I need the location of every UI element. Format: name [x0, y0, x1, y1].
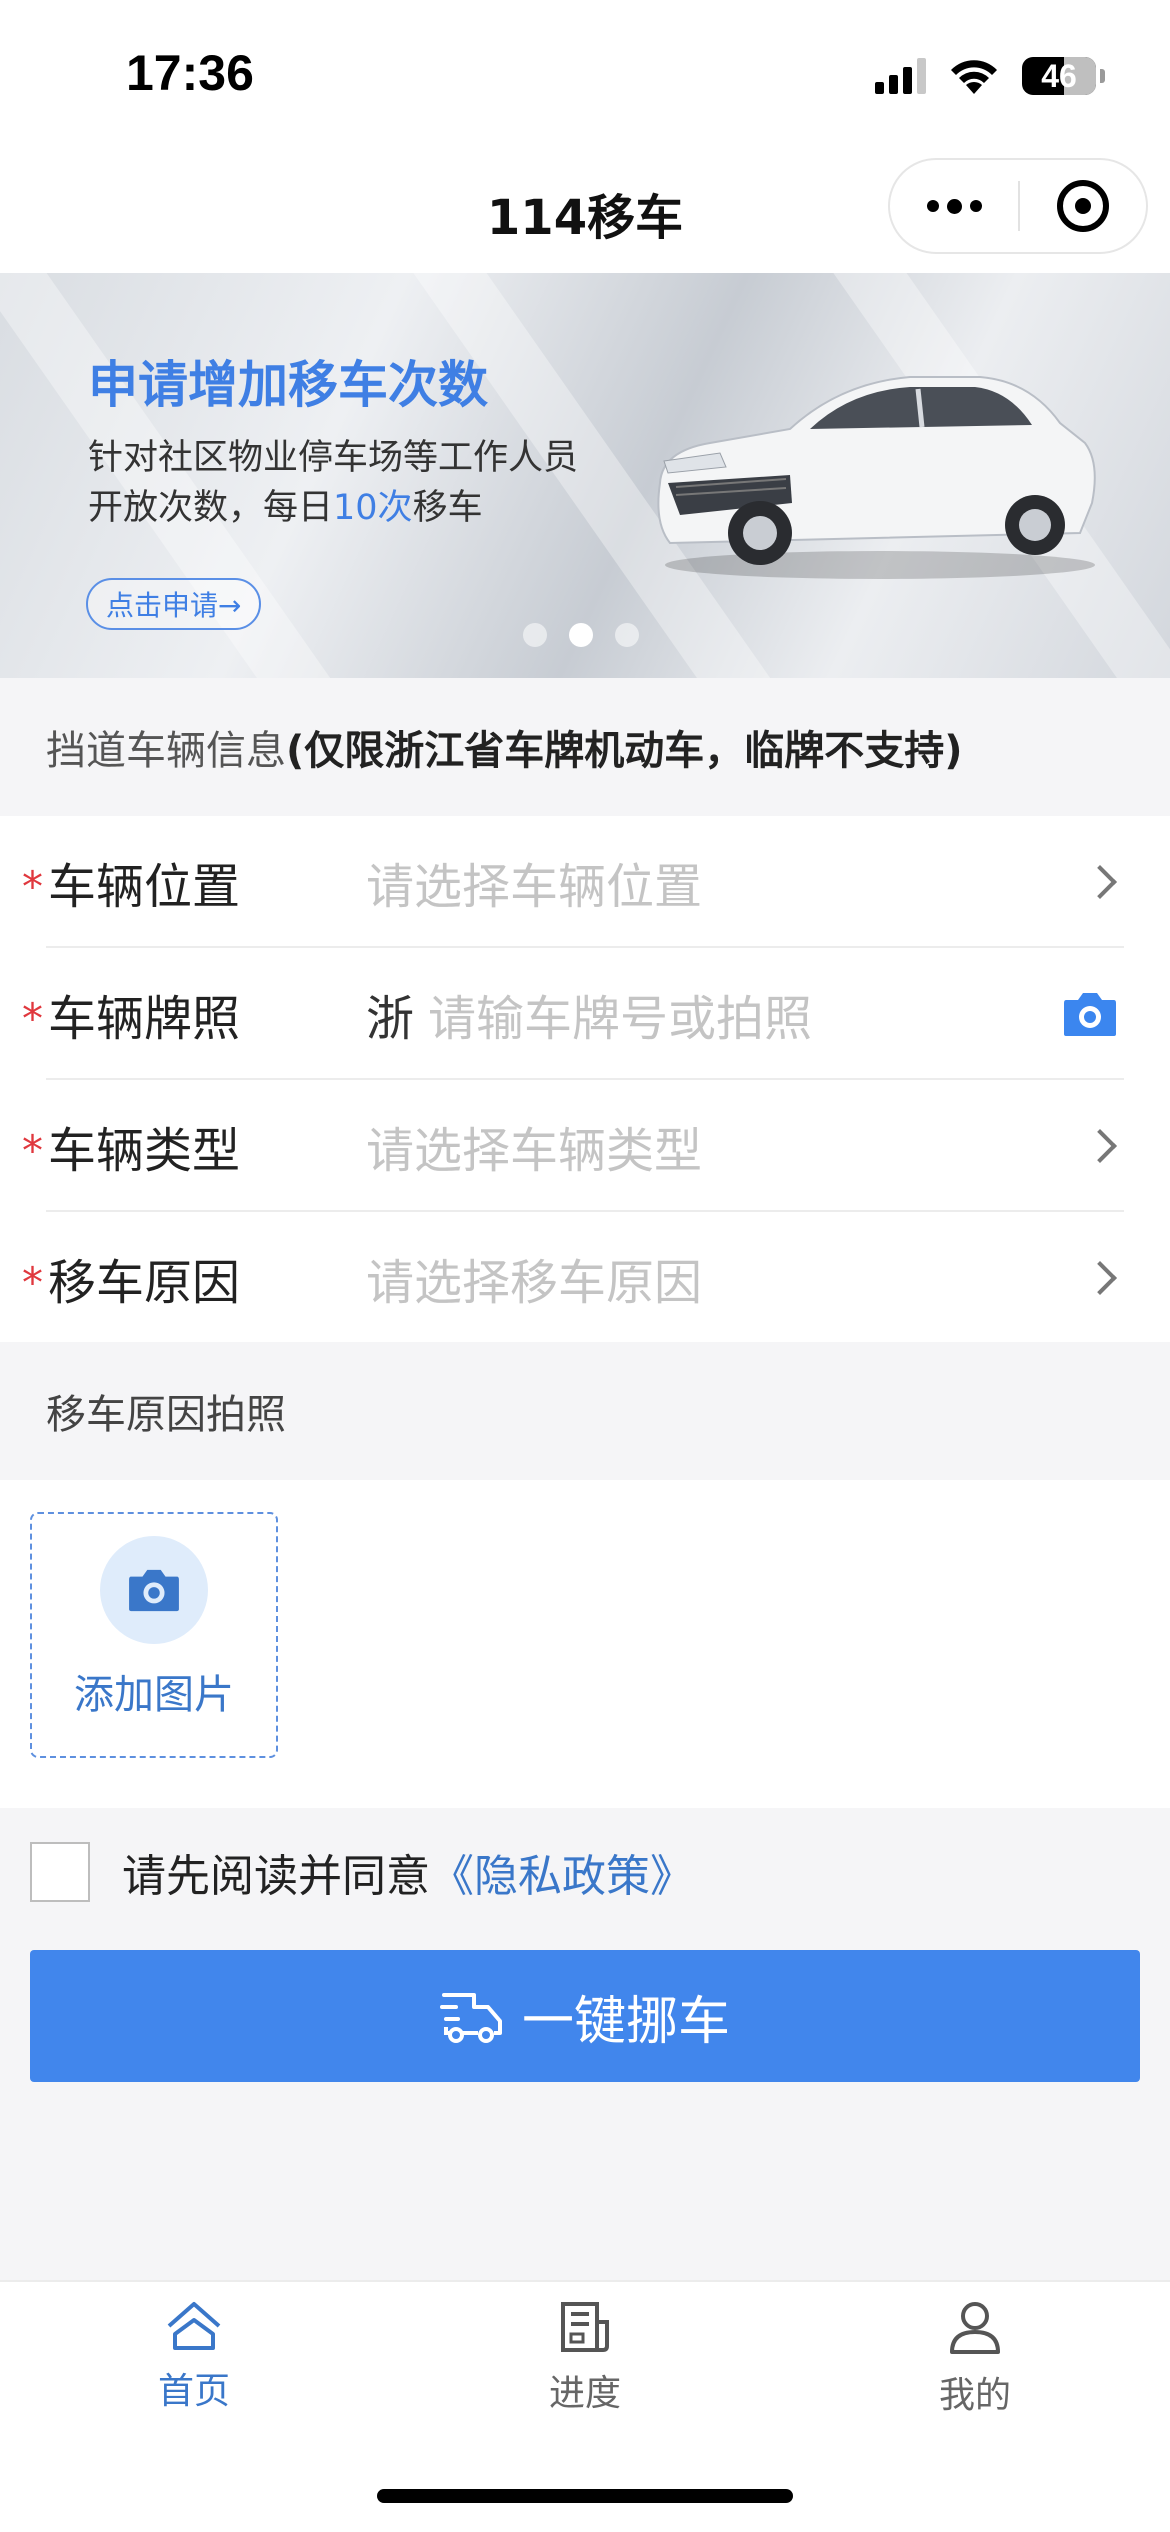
- license-plate-input[interactable]: 浙请输车牌号或拍照: [366, 979, 812, 1049]
- add-image-button[interactable]: 添加图片: [30, 1512, 278, 1758]
- battery-level: 46: [1041, 57, 1077, 94]
- banner-desc-line1: 针对社区物业停车场等工作人员: [88, 438, 579, 478]
- chevron-right-icon: [1083, 865, 1117, 899]
- add-image-label: 添加图片: [74, 1672, 234, 1718]
- vehicle-info-note: (仅限浙江省车牌机动车，临牌不支持): [286, 728, 963, 774]
- banner-highlight: 10次: [333, 488, 413, 528]
- status-icons: 46: [875, 56, 1105, 96]
- camera-icon: [100, 1536, 208, 1644]
- privacy-agreement: 请先阅读并同意 《隐私政策》: [30, 1842, 694, 1902]
- more-icon[interactable]: [890, 160, 1018, 252]
- vehicle-type-row[interactable]: * 车辆类型 请选择车辆类型: [0, 1080, 1170, 1212]
- move-reason-label: 移车原因: [48, 1255, 241, 1311]
- chevron-right-icon: [1083, 1261, 1117, 1295]
- license-plate-row[interactable]: * 车辆牌照 浙请输车牌号或拍照: [0, 948, 1170, 1080]
- pagination-dot[interactable]: [615, 623, 639, 647]
- agree-text: 请先阅读并同意: [122, 1851, 430, 1902]
- progress-icon: [561, 2302, 609, 2352]
- home-indicator: [377, 2489, 793, 2503]
- banner-desc-line2: 开放次数，每日10次移车: [88, 488, 483, 528]
- camera-icon[interactable]: [1062, 990, 1118, 1038]
- promo-banner[interactable]: 申请增加移车次数 针对社区物业停车场等工作人员 开放次数，每日10次移车 点击申…: [0, 273, 1170, 678]
- wifi-icon: [951, 60, 997, 94]
- reason-photo-title: 移车原因拍照: [46, 1392, 286, 1438]
- status-time: 17:36: [126, 45, 254, 101]
- truck-icon: [439, 1993, 502, 2043]
- move-reason-picker[interactable]: 请选择移车原因: [366, 1243, 702, 1313]
- banner-pagination: [523, 623, 639, 647]
- license-plate-label: 车辆牌照: [48, 991, 241, 1047]
- tab-mine[interactable]: 我的: [875, 2300, 1075, 2418]
- banner-description: 针对社区物业停车场等工作人员 开放次数，每日10次移车: [88, 433, 578, 533]
- battery-icon: 46: [1022, 57, 1105, 95]
- nav-bar: 114移车: [0, 150, 1170, 273]
- close-miniprogram-icon[interactable]: [1020, 160, 1146, 252]
- home-icon: [167, 2302, 221, 2350]
- apply-button[interactable]: 点击申请→: [86, 578, 262, 630]
- pagination-dot[interactable]: [523, 623, 547, 647]
- cellular-signal-icon: [875, 58, 926, 94]
- profile-icon: [950, 2302, 1000, 2354]
- vehicle-form: * 车辆位置 请选择车辆位置 * 车辆牌照 浙请输车牌号或拍照 * 车辆类型 请…: [0, 816, 1170, 1342]
- move-car-label: 一键挪车: [521, 1991, 730, 2052]
- tab-home[interactable]: 首页: [94, 2300, 294, 2414]
- vehicle-info-header: 挡道车辆信息 (仅限浙江省车牌机动车，临牌不支持): [0, 678, 1170, 816]
- privacy-policy-link[interactable]: 《隐私政策》: [430, 1840, 694, 1904]
- vehicle-location-row[interactable]: * 车辆位置 请选择车辆位置: [0, 816, 1170, 948]
- tab-mine-label: 我的: [938, 2375, 1011, 2416]
- required-mark: *: [22, 994, 43, 1043]
- tab-progress[interactable]: 进度: [485, 2300, 685, 2416]
- mini-program-capsule: [888, 158, 1148, 254]
- move-reason-row[interactable]: * 移车原因 请选择移车原因: [0, 1212, 1170, 1344]
- agree-checkbox[interactable]: [30, 1842, 90, 1902]
- move-car-button[interactable]: 一键挪车: [30, 1950, 1140, 2082]
- license-plate-placeholder: 请输车牌号或拍照: [428, 991, 813, 1047]
- chevron-right-icon: [1083, 1129, 1117, 1163]
- required-mark: *: [22, 1126, 43, 1175]
- vehicle-location-picker[interactable]: 请选择车辆位置: [366, 847, 702, 917]
- required-mark: *: [22, 1258, 43, 1307]
- vehicle-type-picker[interactable]: 请选择车辆类型: [366, 1111, 702, 1181]
- vehicle-type-label: 车辆类型: [48, 1123, 241, 1179]
- banner-title: 申请增加移车次数: [88, 356, 488, 414]
- car-image: [657, 376, 1096, 579]
- tab-home-label: 首页: [157, 2371, 230, 2412]
- province-prefix[interactable]: 浙: [366, 991, 414, 1047]
- vehicle-location-label: 车辆位置: [48, 859, 241, 915]
- vehicle-info-title: 挡道车辆信息: [46, 728, 286, 774]
- required-mark: *: [22, 862, 43, 911]
- pagination-dot-active[interactable]: [569, 623, 593, 647]
- photo-upload-area: 添加图片: [0, 1480, 1170, 1808]
- status-bar: 17:36 46: [0, 0, 1170, 150]
- tab-progress-label: 进度: [548, 2373, 621, 2414]
